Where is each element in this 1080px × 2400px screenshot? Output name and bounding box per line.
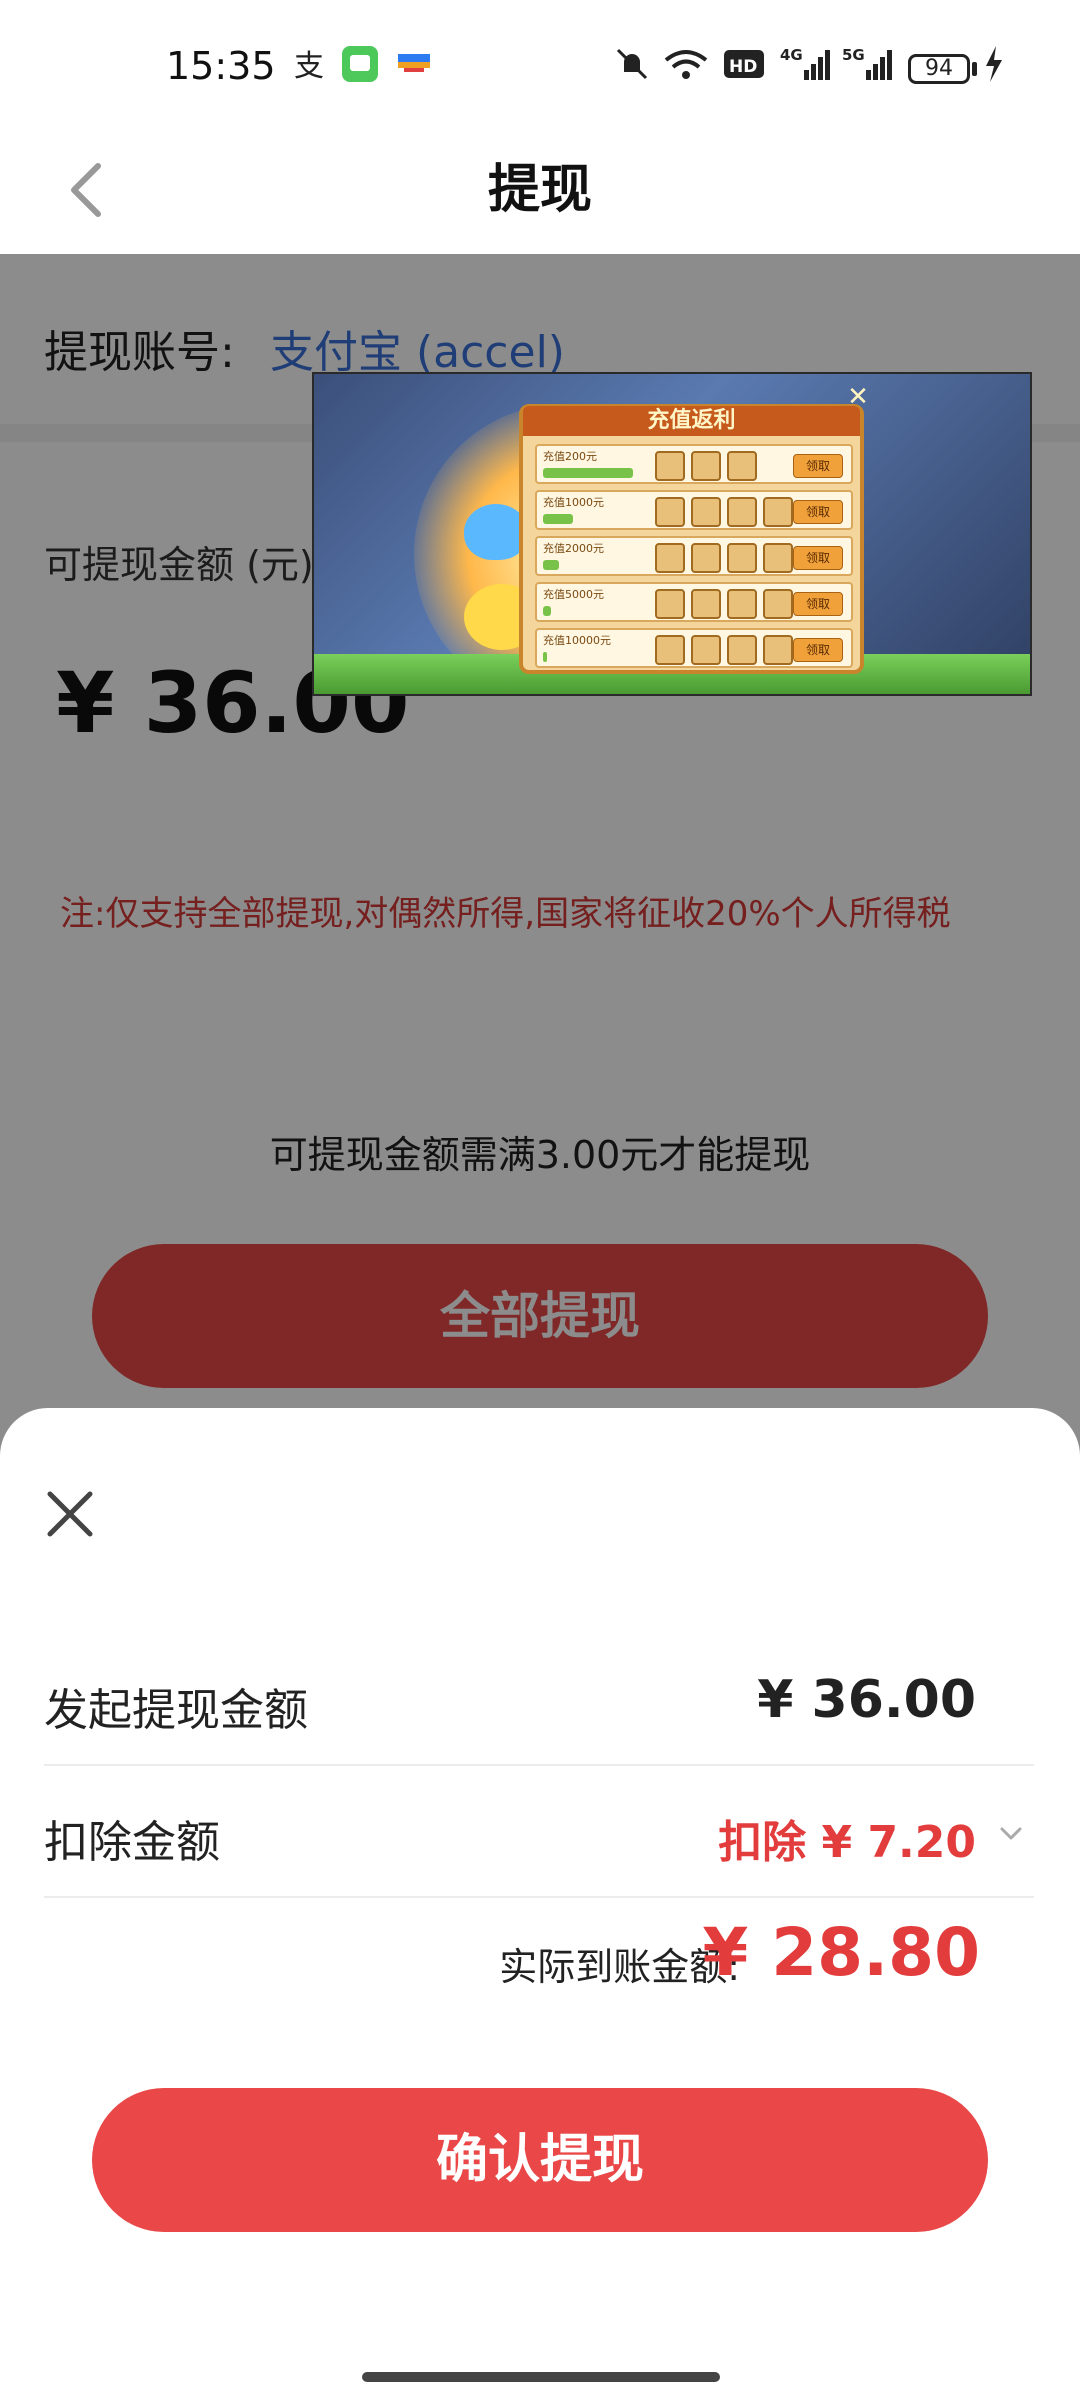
page-title: 提现: [487, 160, 592, 220]
ad-claim-button[interactable]: 领取: [793, 546, 843, 570]
reward-slot: [691, 543, 721, 573]
reward-slot: [727, 543, 757, 573]
reward-slot: [691, 635, 721, 665]
charging-icon: [986, 46, 1002, 82]
battery-indicator: 94: [908, 54, 970, 84]
ad-row-label: 充值10000元: [543, 634, 611, 647]
reward-slot: [763, 635, 793, 665]
reward-slot: [727, 589, 757, 619]
battery-tip: [972, 62, 977, 76]
reward-slot: [763, 589, 793, 619]
ad-reward-row: 充值200元 领取: [535, 444, 853, 484]
reward-slot: [655, 543, 685, 573]
messages-icon: [342, 46, 378, 82]
ad-row-progress: [543, 468, 633, 478]
initiate-amount-value: ¥ 36.00: [757, 1670, 976, 1730]
reward-slot: [691, 451, 721, 481]
ad-row-progress: [543, 560, 559, 570]
reward-slot: [691, 589, 721, 619]
reward-slot: [727, 497, 757, 527]
reward-slot: [655, 589, 685, 619]
ad-row-label: 充值1000元: [543, 496, 604, 509]
ad-row-label: 充值200元: [543, 450, 597, 463]
deduct-amount-label: 扣除金额: [44, 1817, 220, 1868]
signal-5g-icon: 5G: [842, 46, 892, 80]
hd-icon: HD: [724, 50, 764, 78]
status-time: 15:35: [166, 44, 276, 88]
deduct-amount-row[interactable]: 扣除金额 扣除 ¥ 7.20: [44, 1766, 1034, 1898]
ad-reward-row: 充值5000元 领取: [535, 582, 853, 622]
ad-close-icon[interactable]: ✕: [844, 384, 872, 412]
ad-reward-row: 充值1000元 领取: [535, 490, 853, 530]
ad-reward-row: 充值10000元 领取: [535, 628, 853, 668]
svg-text:4G: 4G: [780, 46, 803, 64]
svg-text:5G: 5G: [842, 46, 865, 64]
svg-text:HD: HD: [729, 57, 757, 77]
ad-reward-panel: 充值返利 充值200元 领取 充值1000元 领取 充值2000元 领取 充值5…: [519, 404, 864, 674]
status-bar: 15:35 支 HD 4G 5G 94: [0, 0, 1080, 130]
ad-reward-row: 充值2000元 领取: [535, 536, 853, 576]
chevron-down-icon[interactable]: [996, 1818, 1026, 1848]
ad-claim-button[interactable]: 领取: [793, 592, 843, 616]
ad-popup[interactable]: 充值返利 充值200元 领取 充值1000元 领取 充值2000元 领取 充值5…: [312, 372, 1032, 696]
wifi-icon: [664, 50, 708, 79]
withdraw-confirm-sheet: 发起提现金额 ¥ 36.00 扣除金额 扣除 ¥ 7.20 实际到账金额: ¥ …: [0, 1408, 1080, 2400]
reward-slot: [763, 497, 793, 527]
reward-slot: [655, 451, 685, 481]
ad-claim-button[interactable]: 领取: [793, 638, 843, 662]
app-icon: [398, 54, 430, 72]
alipay-icon: 支: [294, 49, 324, 84]
home-indicator[interactable]: [362, 2372, 720, 2382]
svg-text:支: 支: [294, 49, 324, 84]
reward-slot: [655, 635, 685, 665]
ad-title: 充值返利: [523, 406, 860, 436]
ad-row-label: 充值2000元: [543, 542, 604, 555]
confirm-withdraw-button[interactable]: 确认提现: [92, 2088, 988, 2232]
initiate-amount-row: 发起提现金额 ¥ 36.00: [44, 1634, 1034, 1766]
ad-row-progress: [543, 514, 573, 524]
deduct-amount-value[interactable]: 扣除 ¥ 7.20: [718, 1806, 976, 1870]
mute-icon: [616, 48, 648, 80]
signal-4g-icon: 4G: [780, 46, 830, 80]
initiate-amount-label: 发起提现金额: [44, 1685, 308, 1736]
ad-row-progress: [543, 606, 551, 616]
ad-claim-button[interactable]: 领取: [793, 454, 843, 478]
close-icon[interactable]: [44, 1488, 96, 1540]
actual-amount-value: ¥ 28.80: [702, 1914, 980, 1991]
ad-claim-button[interactable]: 领取: [793, 500, 843, 524]
reward-slot: [655, 497, 685, 527]
reward-slot: [727, 635, 757, 665]
reward-slot: [691, 497, 721, 527]
app-header: 提现: [0, 130, 1080, 254]
ad-row-label: 充值5000元: [543, 588, 604, 601]
reward-slot: [727, 451, 757, 481]
ad-row-progress: [543, 652, 547, 662]
reward-slot: [763, 543, 793, 573]
